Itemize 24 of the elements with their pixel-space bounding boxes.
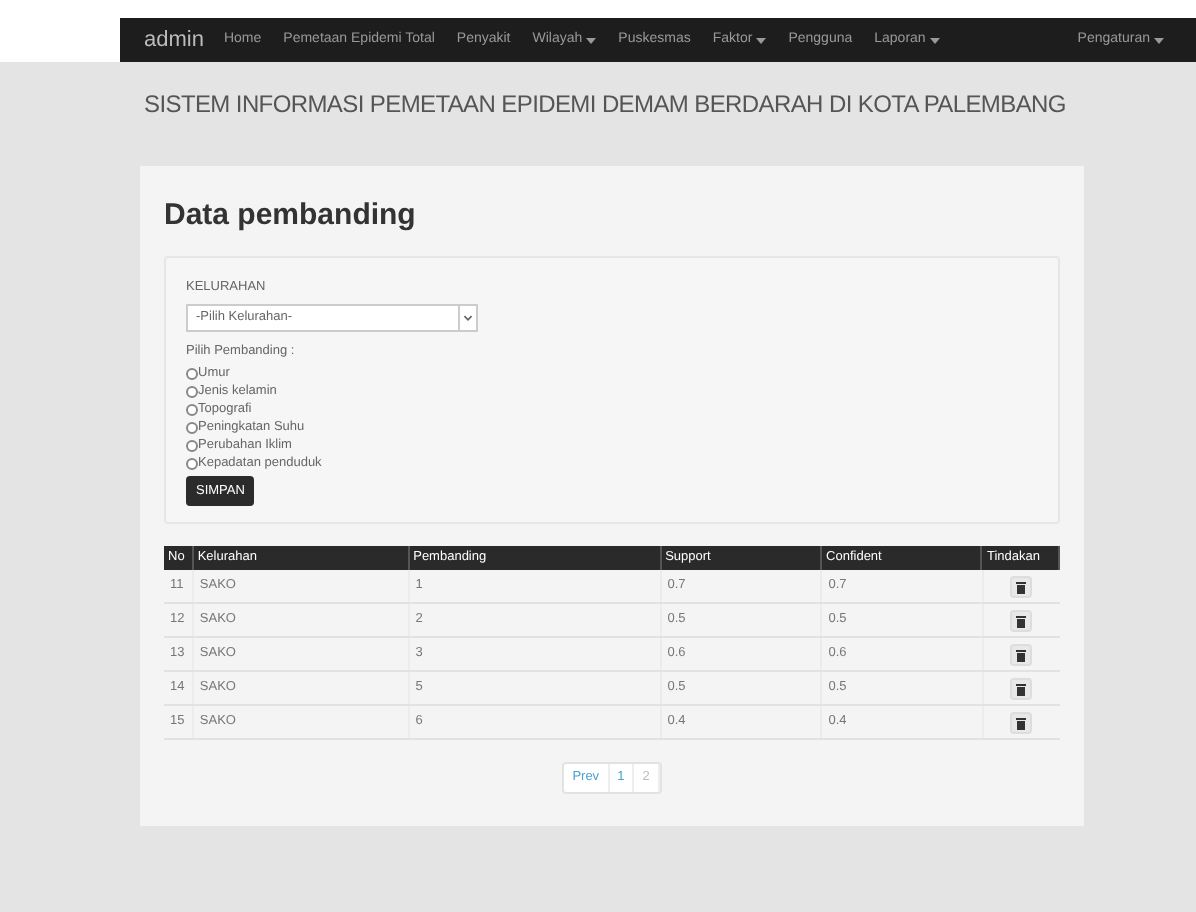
radio-button[interactable] bbox=[186, 367, 198, 379]
dropdown-icon bbox=[458, 306, 476, 331]
delete-button[interactable] bbox=[1010, 575, 1033, 597]
delete-button[interactable] bbox=[1010, 643, 1033, 665]
trash-icon bbox=[1016, 715, 1027, 729]
radio-button[interactable] bbox=[186, 439, 198, 451]
radio-button[interactable] bbox=[186, 421, 198, 433]
caret-icon bbox=[1154, 37, 1164, 43]
card-title: Data pembanding bbox=[164, 196, 418, 236]
radio-button[interactable] bbox=[186, 403, 198, 415]
radio-button[interactable] bbox=[186, 457, 198, 469]
page-title: SISTEM INFORMASI PEMETAAN EPIDEMI DEMAM BERDARAH DI KOTA PALEMBANG bbox=[144, 88, 1068, 122]
delete-button[interactable] bbox=[1010, 711, 1033, 733]
trash-icon bbox=[1016, 579, 1027, 593]
trash-icon bbox=[1016, 681, 1027, 695]
delete-button[interactable] bbox=[1010, 677, 1033, 699]
brand-link[interactable]: admin bbox=[144, 23, 204, 57]
caret-icon bbox=[929, 37, 940, 43]
trash-icon bbox=[1016, 613, 1027, 627]
radio-button[interactable] bbox=[186, 385, 198, 397]
caret-icon bbox=[586, 37, 597, 43]
caret-icon bbox=[756, 37, 767, 43]
delete-button[interactable] bbox=[1010, 609, 1033, 631]
trash-icon bbox=[1016, 647, 1027, 661]
